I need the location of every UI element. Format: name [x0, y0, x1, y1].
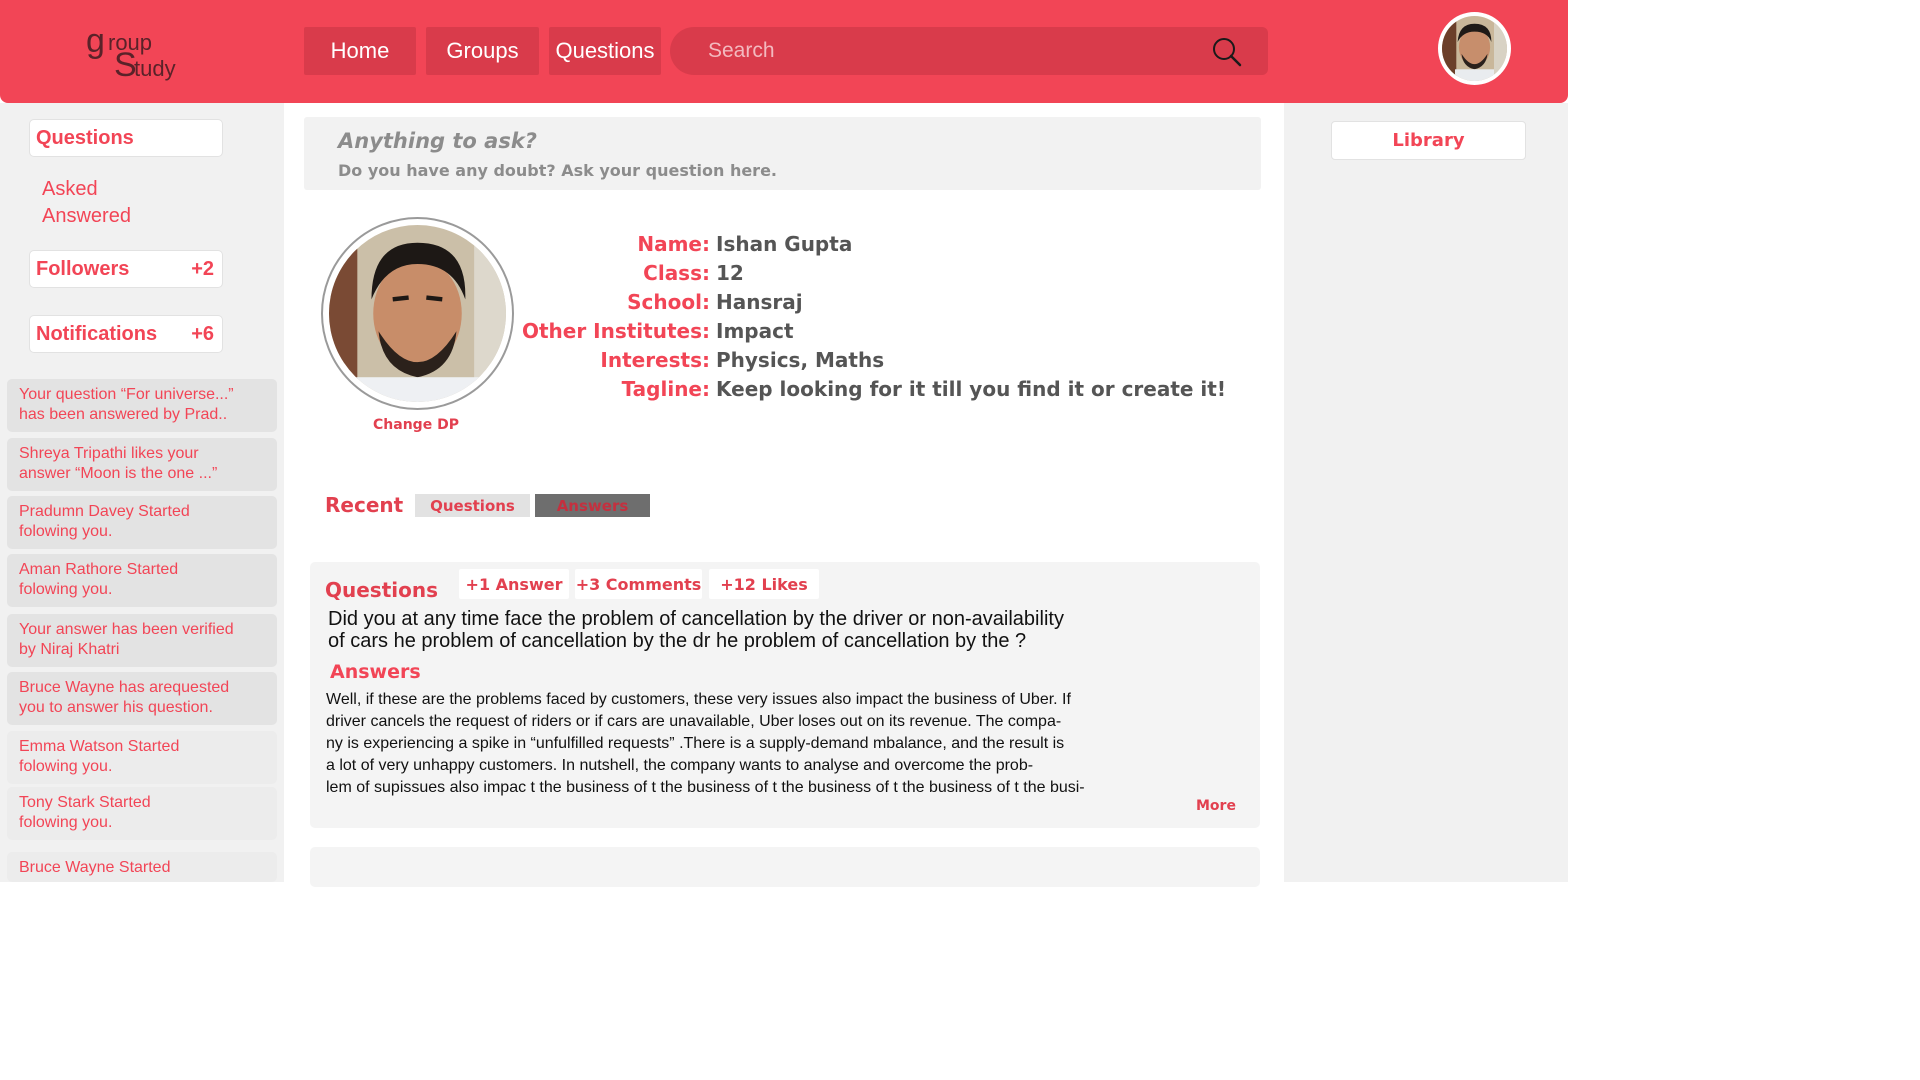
sidebar-followers-button[interactable]: Followers +2	[29, 250, 223, 288]
notification-line: answer “Moon is the one ...”	[19, 465, 218, 482]
logo-letter-g: g	[86, 22, 105, 60]
notification-line: Bruce Wayne has arequested	[19, 679, 230, 696]
profile-label: Tagline:	[621, 377, 710, 401]
notification-item[interactable]: Your answer has been verified by Niraj K…	[7, 614, 277, 667]
profile-label: Interests:	[600, 348, 710, 372]
profile-row-school: School: Hansraj	[520, 290, 1320, 318]
nav-groups-button[interactable]: Groups	[426, 27, 539, 75]
notification-line: Aman Rathore Started	[19, 561, 179, 578]
card-questions-heading: Questions	[325, 578, 439, 602]
question-text[interactable]: Did you at any time face the problem of …	[328, 608, 1208, 652]
recent-label: Recent	[325, 493, 404, 517]
notification-line: Bruce Wayne Started	[19, 859, 171, 876]
notification-item[interactable]: Bruce Wayne has arequested you to answer…	[7, 672, 277, 725]
profile-picture	[321, 217, 514, 410]
notification-item[interactable]: Shreya Tripathi likes your answer “Moon …	[7, 438, 277, 491]
search-bar	[670, 27, 1268, 75]
change-dp-link[interactable]: Change DP	[321, 417, 511, 433]
card-answers-heading: Answers	[330, 661, 421, 683]
notification-item[interactable]: Emma Watson Started folowing you.	[7, 731, 277, 784]
top-header: g roup S tudy Home Groups Questions	[0, 0, 1568, 103]
notification-item[interactable]: Your question “For universe...” has been…	[7, 379, 277, 432]
profile-value: Hansraj	[716, 290, 803, 314]
profile-label: Other Institutes:	[521, 319, 710, 343]
answer-line: Well, if these are the problems faced by…	[326, 691, 1071, 708]
ask-title: Anything to ask?	[338, 129, 537, 153]
comment-count-chip[interactable]: +3 Comments	[575, 569, 702, 599]
sidebar-item-answered[interactable]: Answered	[42, 205, 131, 228]
group-study-logo[interactable]: g roup S tudy	[86, 22, 196, 84]
notification-line: Shreya Tripathi likes your	[19, 445, 199, 462]
answer-line: lem of supissues also impac t the busine…	[326, 779, 1085, 796]
sidebar-questions-button[interactable]: Questions	[29, 119, 223, 157]
notification-line: Your answer has been verified	[19, 621, 234, 638]
nav-home-button[interactable]: Home	[304, 27, 416, 75]
notification-item[interactable]: Bruce Wayne Started	[7, 852, 277, 882]
sidebar-item-asked[interactable]: Asked	[42, 178, 98, 201]
profile-row-tagline: Tagline: Keep looking for it till you fi…	[520, 377, 1320, 405]
ask-question-box[interactable]: Anything to ask? Do you have any doubt? …	[304, 117, 1261, 190]
answer-line: ny is experiencing a spike in “unfulfill…	[326, 735, 1065, 752]
profile-value: Keep looking for it till you find it or …	[716, 377, 1226, 401]
question-card: Questions +1 Answer +3 Comments +12 Like…	[310, 562, 1260, 828]
library-button[interactable]: Library	[1331, 121, 1526, 160]
ask-subtitle: Do you have any doubt? Ask your question…	[338, 161, 777, 180]
notification-line: Pradumn Davey Started	[19, 503, 190, 520]
notification-line: folowing you.	[19, 523, 113, 540]
sidebar-notifications-button[interactable]: Notifications +6	[29, 315, 223, 353]
logo-text-tudy: tudy	[134, 56, 176, 81]
profile-value: 12	[716, 261, 744, 285]
search-icon[interactable]	[1212, 37, 1242, 67]
question-line: Did you at any time face the problem of …	[328, 608, 1064, 630]
notification-line: has been answered by Prad..	[19, 406, 228, 423]
profile-photo	[329, 225, 506, 402]
profile-row-institutes: Other Institutes: Impact	[520, 319, 1320, 347]
notification-item[interactable]: Aman Rathore Started folowing you.	[7, 554, 277, 607]
notification-line: Emma Watson Started	[19, 738, 180, 755]
notification-line: by Niraj Khatri	[19, 641, 120, 658]
tab-questions[interactable]: Questions	[415, 494, 530, 517]
followers-count-badge: +2	[191, 257, 214, 280]
search-input[interactable]	[708, 35, 1208, 67]
like-count-chip[interactable]: +12 Likes	[709, 569, 819, 599]
next-question-card	[310, 847, 1260, 887]
sidebar-questions-label: Questions	[36, 126, 134, 149]
profile-row-interests: Interests: Physics, Maths	[520, 348, 1320, 376]
avatar-image	[1442, 16, 1507, 81]
notification-item[interactable]: Pradumn Davey Started folowing you.	[7, 496, 277, 549]
notifications-label: Notifications	[36, 322, 158, 345]
user-avatar[interactable]	[1438, 12, 1511, 85]
notification-line: folowing you.	[19, 581, 113, 598]
profile-label: Class:	[643, 261, 710, 285]
notification-line: folowing you.	[19, 758, 113, 775]
profile-value: Physics, Maths	[716, 348, 885, 372]
notification-line: you to answer his question.	[19, 699, 213, 716]
profile-value: Ishan Gupta	[716, 232, 853, 256]
profile-label: School:	[627, 290, 710, 314]
tab-answers[interactable]: Answers	[535, 494, 650, 517]
notification-line: Tony Stark Started	[19, 794, 151, 811]
answer-count-chip[interactable]: +1 Answer	[459, 569, 569, 599]
nav-questions-button[interactable]: Questions	[549, 27, 661, 75]
question-line: of cars he problem of cancellation by th…	[328, 630, 1027, 652]
answer-text: Well, if these are the problems faced by…	[326, 689, 1206, 797]
followers-label: Followers	[36, 257, 130, 280]
notification-line: folowing you.	[19, 814, 113, 831]
profile-label: Name:	[637, 232, 710, 256]
notification-line: Your question “For universe...”	[19, 386, 234, 403]
notifications-count-badge: +6	[191, 322, 214, 345]
more-link[interactable]: More	[1196, 798, 1236, 814]
profile-row-name: Name: Ishan Gupta	[520, 232, 1320, 260]
notification-item[interactable]: Tony Stark Started folowing you.	[7, 787, 277, 840]
right-sidebar	[1284, 103, 1568, 882]
answer-line: a lot of very unhappy customers. In nuts…	[326, 757, 1034, 774]
answer-line: driver cancels the request of riders or …	[326, 713, 1062, 730]
profile-value: Impact	[716, 319, 794, 343]
profile-row-class: Class: 12	[520, 261, 1320, 289]
